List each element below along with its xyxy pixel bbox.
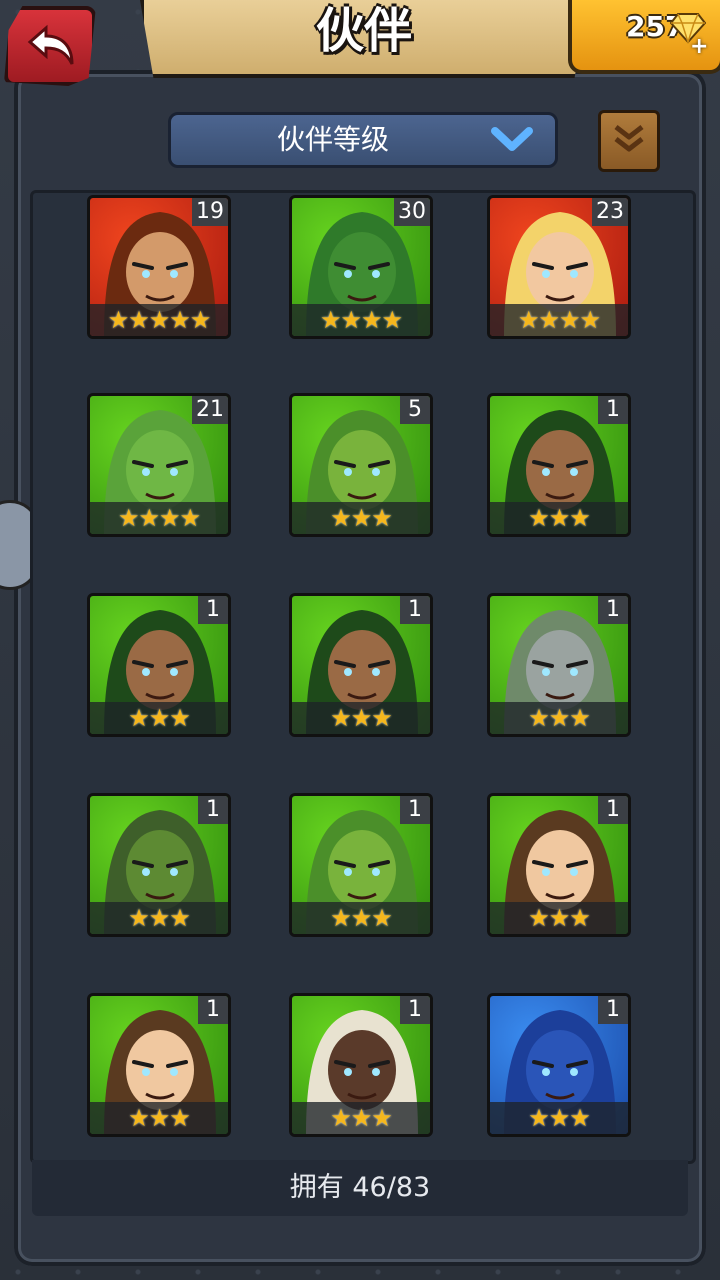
star-rating: ★★★: [490, 902, 628, 934]
level-badge: 1: [400, 996, 430, 1024]
back-button[interactable]: [4, 6, 96, 86]
companion-card[interactable]: 1 ★★★: [87, 593, 231, 737]
star-rating: ★★★: [292, 502, 430, 534]
star-rating: ★★★: [292, 1102, 430, 1134]
sort-label: 伙伴等级: [276, 123, 389, 156]
level-badge: 23: [592, 198, 628, 226]
companion-card[interactable]: 1 ★★★: [487, 393, 631, 537]
scroll-toggle-button[interactable]: [598, 110, 660, 172]
star-rating: ★★★: [490, 1102, 628, 1134]
plus-icon: +: [690, 34, 709, 59]
level-badge: 1: [198, 596, 228, 624]
star-rating: ★★★: [490, 702, 628, 734]
star-rating: ★★★: [90, 902, 228, 934]
star-rating: ★★★★★: [90, 304, 228, 336]
companion-card[interactable]: 21 ★★★★: [87, 393, 231, 537]
level-badge: 30: [394, 198, 430, 226]
companion-card[interactable]: 5 ★★★: [289, 393, 433, 537]
companion-grid[interactable]: 19 ★★★★★ 30 ★★★★ 23 ★★★★ 21 ★★★★ 5 ★★★ 1 ★★★ 1…: [30, 190, 696, 1164]
star-rating: ★★★: [292, 702, 430, 734]
level-badge: 21: [192, 396, 228, 424]
level-badge: 1: [400, 596, 430, 624]
level-badge: 1: [598, 796, 628, 824]
level-badge: 19: [192, 198, 228, 226]
companion-card[interactable]: 1 ★★★: [87, 793, 231, 937]
companion-card[interactable]: 1 ★★★: [289, 593, 433, 737]
level-badge: 1: [400, 796, 430, 824]
chevron-down-icon: [491, 127, 533, 151]
companion-card[interactable]: 30 ★★★★: [289, 195, 433, 339]
companion-card[interactable]: 1 ★★★: [487, 593, 631, 737]
companion-card[interactable]: 23 ★★★★: [487, 195, 631, 339]
star-rating: ★★★: [490, 502, 628, 534]
star-rating: ★★★: [292, 902, 430, 934]
companion-card[interactable]: 1 ★★★: [289, 993, 433, 1137]
companion-card[interactable]: 1 ★★★: [289, 793, 433, 937]
level-badge: 1: [598, 596, 628, 624]
back-arrow-icon: [27, 24, 74, 65]
star-rating: ★★★: [90, 1102, 228, 1134]
owned-count: 拥有 46/83: [32, 1160, 688, 1216]
level-badge: 1: [598, 996, 628, 1024]
page-title: 伙伴: [315, 3, 412, 59]
star-rating: ★★★★: [490, 304, 628, 336]
level-badge: 1: [598, 396, 628, 424]
level-badge: 1: [198, 996, 228, 1024]
level-badge: 1: [198, 796, 228, 824]
companion-card[interactable]: 1 ★★★: [487, 993, 631, 1137]
star-rating: ★★★: [90, 702, 228, 734]
companion-card[interactable]: 1 ★★★: [487, 793, 631, 937]
star-rating: ★★★★: [292, 304, 430, 336]
star-rating: ★★★★: [90, 502, 228, 534]
level-badge: 5: [400, 396, 430, 424]
companion-card[interactable]: 1 ★★★: [87, 993, 231, 1137]
sort-dropdown[interactable]: 伙伴等级: [168, 112, 558, 168]
title-banner: 伙伴: [140, 0, 588, 78]
double-chevron-icon: [614, 125, 644, 152]
companion-card[interactable]: 19 ★★★★★: [87, 195, 231, 339]
gem-balance-button[interactable]: 257 +: [568, 0, 720, 74]
